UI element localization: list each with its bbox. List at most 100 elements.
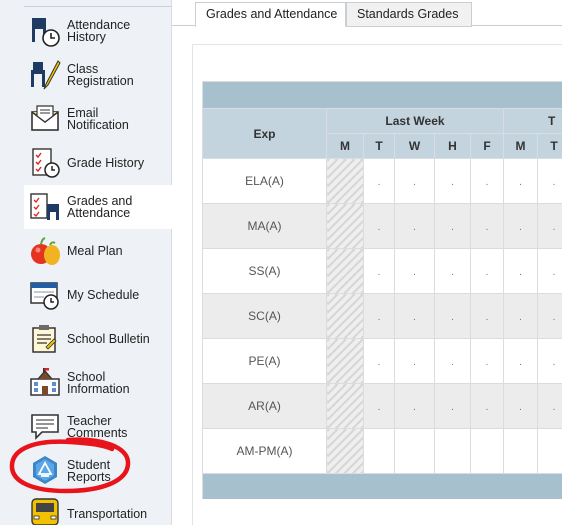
sidebar-item-label: School Information <box>67 369 130 396</box>
attendance-cell[interactable]: . <box>537 293 562 339</box>
attendance-cell[interactable]: . <box>394 203 435 249</box>
sidebar-item-class-registration[interactable]: Class Registration <box>24 53 170 97</box>
sidebar-item-meal-plan[interactable]: Meal Plan <box>24 229 170 273</box>
sidebar-item-school-information[interactable]: School Information <box>24 361 170 405</box>
attendance-cell[interactable]: . <box>363 383 395 429</box>
sidebar-item-school-bulletin[interactable]: School Bulletin <box>24 317 170 361</box>
sidebar-item-student-reports[interactable]: Student Reports <box>24 449 170 493</box>
attendance-mark: . <box>485 402 489 413</box>
attendance-mark: . <box>485 357 489 368</box>
attendance-cell[interactable]: . <box>363 203 395 249</box>
sidebar-item-my-schedule[interactable]: My Schedule <box>24 273 170 317</box>
attendance-cell[interactable]: . <box>470 383 504 429</box>
attendance-cell[interactable]: . <box>434 338 471 384</box>
sidebar-item-transportation[interactable]: Transportation <box>24 492 170 525</box>
attendance-cell[interactable]: . <box>434 158 471 204</box>
attendance-cell[interactable]: . <box>503 158 538 204</box>
attendance-cell[interactable]: . <box>470 248 504 294</box>
attendance-cell[interactable]: . <box>394 158 435 204</box>
table-row: AR(A)...... <box>202 383 562 429</box>
sidebar-item-grade-history[interactable]: Grade History <box>24 141 170 185</box>
attendance-cell[interactable] <box>434 428 471 474</box>
course-cell[interactable]: MA(A) <box>202 203 327 249</box>
attendance-mark: . <box>519 312 522 323</box>
bus-icon <box>28 497 62 525</box>
attendance-cell[interactable]: . <box>537 248 562 294</box>
course-cell[interactable]: AM-PM(A) <box>202 428 327 474</box>
attendance-cell[interactable]: . <box>363 158 395 204</box>
attendance-cell[interactable]: . <box>434 383 471 429</box>
attendance-cell[interactable]: . <box>537 158 562 204</box>
table-row: MA(A)...... <box>202 203 562 249</box>
attendance-cell[interactable]: . <box>470 338 504 384</box>
attendance-cell[interactable]: . <box>537 383 562 429</box>
grades-attendance-grid: Exp Last Week T M T W H F M T ELA(A)...... MA(A)...… <box>202 81 562 499</box>
attendance-cell-disabled <box>326 338 364 384</box>
grade-history-icon <box>28 146 62 180</box>
class-registration-icon <box>28 58 62 92</box>
table-row: SS(A)...... <box>202 248 562 294</box>
attendance-cell[interactable]: . <box>363 338 395 384</box>
course-cell[interactable]: ELA(A) <box>202 158 327 204</box>
attendance-cell[interactable]: . <box>503 203 538 249</box>
attendance-mark: . <box>377 267 381 278</box>
attendance-mark: . <box>377 357 381 368</box>
course-cell[interactable]: SS(A) <box>202 248 327 294</box>
grid-footer-band <box>202 473 562 499</box>
tab-grades-and-attendance[interactable]: Grades and Attendance <box>195 2 346 27</box>
attendance-cell-disabled <box>326 248 364 294</box>
sidebar-item-label: Student Reports <box>67 457 111 484</box>
attendance-cell[interactable]: . <box>434 203 471 249</box>
attendance-mark: . <box>377 402 381 413</box>
sidebar-item-label: School Bulletin <box>67 331 150 346</box>
sidebar-item-teacher-comments[interactable]: Teacher Comments <box>24 405 170 449</box>
course-cell[interactable]: PE(A) <box>202 338 327 384</box>
sidebar-item-label: Attendance History <box>67 17 131 44</box>
attendance-cell[interactable]: . <box>434 248 471 294</box>
attendance-cell[interactable]: . <box>503 338 538 384</box>
attendance-mark: . <box>552 357 556 368</box>
attendance-cell[interactable]: . <box>470 293 504 339</box>
attendance-cell[interactable] <box>470 428 504 474</box>
attendance-cell[interactable]: . <box>537 338 562 384</box>
attendance-cell[interactable]: . <box>503 383 538 429</box>
attendance-cell[interactable]: . <box>470 203 504 249</box>
attendance-cell[interactable]: . <box>394 293 435 339</box>
sidebar-item-label: Meal Plan <box>67 243 123 258</box>
attendance-cell-disabled <box>326 383 364 429</box>
attendance-cell[interactable]: . <box>470 158 504 204</box>
attendance-mark: . <box>519 357 522 368</box>
attendance-cell[interactable]: . <box>503 248 538 294</box>
grades-attendance-icon <box>28 190 62 224</box>
attendance-cell[interactable]: . <box>434 293 471 339</box>
exp-header: Exp <box>202 108 327 159</box>
attendance-cell[interactable]: . <box>363 248 395 294</box>
attendance-cell[interactable]: . <box>363 293 395 339</box>
attendance-mark: . <box>519 267 522 278</box>
tab-standards-grades[interactable]: Standards Grades <box>346 2 472 27</box>
sidebar-item-grades-and-attendance[interactable]: Grades and Attendance <box>24 185 172 229</box>
attendance-cell[interactable]: . <box>503 293 538 339</box>
sidebar-item-email-notification[interactable]: Email Notification <box>24 97 170 141</box>
attendance-mark: . <box>519 177 522 188</box>
grid-header-band <box>202 81 562 109</box>
attendance-mark: . <box>413 402 416 413</box>
comment-icon <box>28 410 62 444</box>
attendance-cell[interactable]: . <box>394 248 435 294</box>
table-row: SC(A)...... <box>202 293 562 339</box>
attendance-cell[interactable] <box>363 428 395 474</box>
attendance-cell[interactable]: . <box>394 338 435 384</box>
attendance-cell[interactable] <box>394 428 435 474</box>
sidebar-top-divider <box>24 6 172 7</box>
week-header-last-week: Last Week <box>326 108 504 134</box>
course-cell[interactable]: AR(A) <box>202 383 327 429</box>
attendance-mark: . <box>451 222 454 233</box>
attendance-cell[interactable] <box>503 428 538 474</box>
attendance-cell[interactable] <box>537 428 562 474</box>
attendance-cell[interactable]: . <box>537 203 562 249</box>
sidebar-item-attendance-history[interactable]: Attendance History <box>24 9 170 53</box>
attendance-mark: . <box>413 312 416 323</box>
attendance-cell[interactable]: . <box>394 383 435 429</box>
attendance-mark: . <box>552 402 556 413</box>
course-cell[interactable]: SC(A) <box>202 293 327 339</box>
